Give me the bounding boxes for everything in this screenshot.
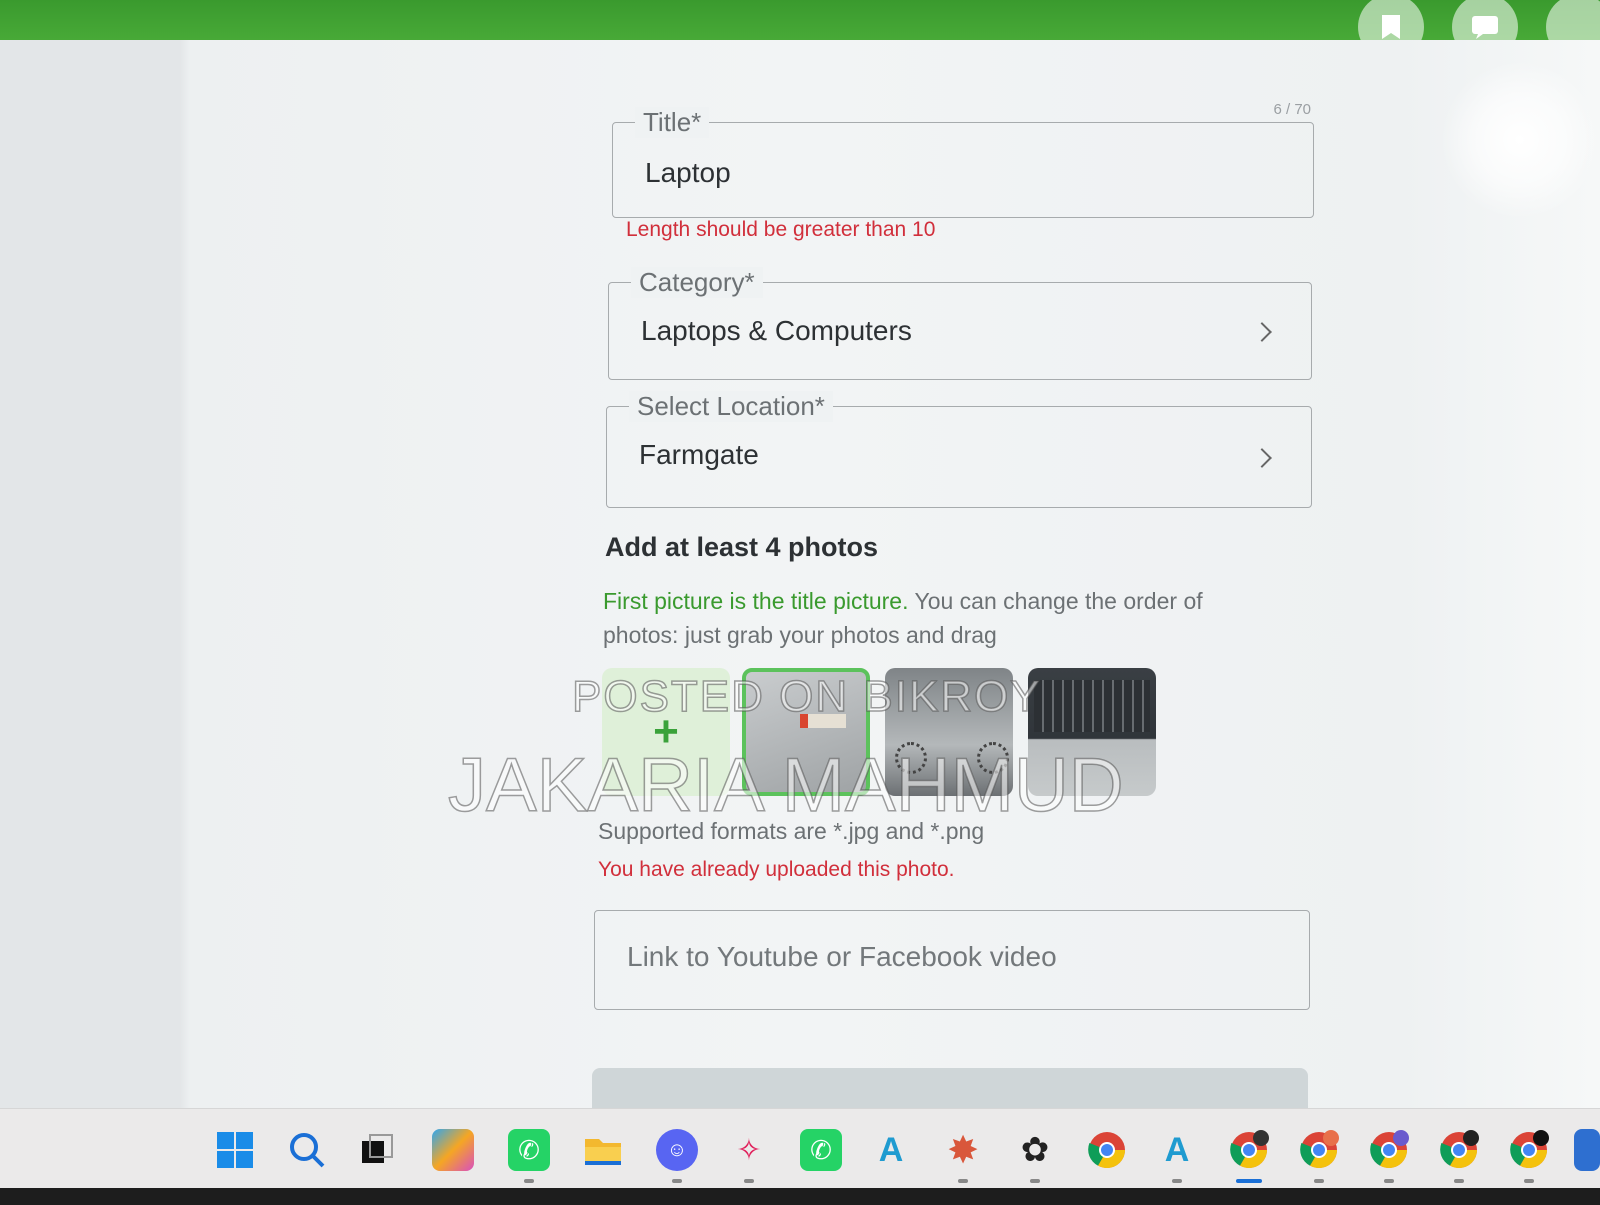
app-icon-2[interactable]: A bbox=[1156, 1129, 1198, 1171]
category-select[interactable]: Category* Laptops & Computers bbox=[608, 267, 1312, 380]
title-char-counter: 6 / 70 bbox=[1273, 101, 1311, 118]
title-field[interactable]: Title* 6 / 70 Laptop bbox=[612, 101, 1314, 218]
photo-thumbnail-3[interactable] bbox=[1028, 668, 1156, 796]
windows-start-icon[interactable] bbox=[214, 1129, 256, 1171]
category-label: Category* bbox=[631, 267, 763, 298]
chrome-profile-icon-1[interactable] bbox=[1228, 1129, 1270, 1171]
copilot-icon[interactable] bbox=[432, 1129, 474, 1171]
running-indicator bbox=[1314, 1179, 1324, 1183]
photos-help-highlight: First picture is the title picture. bbox=[603, 588, 909, 614]
plus-icon: + bbox=[653, 707, 679, 756]
vent-graphic bbox=[895, 742, 927, 774]
discord-icon[interactable]: ☺ bbox=[656, 1129, 698, 1171]
location-label: Select Location* bbox=[629, 391, 833, 422]
running-indicator bbox=[1454, 1179, 1464, 1183]
title-input-value[interactable]: Laptop bbox=[645, 157, 731, 189]
add-photo-button[interactable]: + bbox=[602, 668, 730, 796]
monitor-bezel bbox=[0, 1188, 1600, 1205]
category-value: Laptops & Computers bbox=[641, 315, 912, 346]
active-indicator bbox=[1236, 1179, 1262, 1183]
running-indicator bbox=[1030, 1179, 1040, 1183]
vent-graphic bbox=[977, 742, 1009, 774]
running-indicator bbox=[958, 1179, 968, 1183]
photos-heading: Add at least 4 photos bbox=[605, 532, 879, 562]
whatsapp-business-icon[interactable]: ✆ bbox=[800, 1129, 842, 1171]
chrome-profile-icon-3[interactable] bbox=[1368, 1129, 1410, 1171]
laptop-sticker bbox=[800, 714, 846, 728]
slack-icon[interactable]: ✧ bbox=[728, 1129, 770, 1171]
task-view-icon[interactable] bbox=[356, 1129, 398, 1171]
video-link-placeholder: Link to Youtube or Facebook video bbox=[627, 941, 1057, 972]
chatgpt-icon[interactable]: ✿ bbox=[1014, 1129, 1056, 1171]
photos-help-text: First picture is the title picture. You … bbox=[603, 584, 1283, 652]
location-select[interactable]: Select Location* Farmgate bbox=[606, 391, 1312, 508]
photo-thumbnail-1[interactable] bbox=[742, 668, 870, 796]
file-explorer-icon[interactable] bbox=[582, 1129, 624, 1171]
title-error-message: Length should be greater than 10 bbox=[626, 218, 936, 241]
chevron-right-icon bbox=[1252, 448, 1272, 468]
chevron-right-icon bbox=[1252, 322, 1272, 342]
running-indicator bbox=[1172, 1179, 1182, 1183]
running-indicator bbox=[1384, 1179, 1394, 1183]
claude-icon[interactable]: ✸ bbox=[942, 1129, 984, 1172]
chrome-profile-icon-4[interactable] bbox=[1438, 1129, 1480, 1171]
chrome-icon[interactable] bbox=[1086, 1129, 1128, 1171]
keyboard-graphic bbox=[1034, 680, 1150, 732]
whatsapp-icon[interactable]: ✆ bbox=[508, 1129, 550, 1171]
video-link-field[interactable]: Link to Youtube or Facebook video bbox=[594, 910, 1310, 1010]
screen-glare bbox=[1440, 60, 1600, 220]
running-indicator bbox=[524, 1179, 534, 1183]
search-icon[interactable] bbox=[286, 1129, 328, 1171]
running-indicator bbox=[672, 1179, 682, 1183]
supported-formats-text: Supported formats are *.jpg and *.png bbox=[598, 818, 985, 844]
running-indicator bbox=[744, 1179, 754, 1183]
app-icon-3[interactable] bbox=[1574, 1129, 1600, 1171]
running-indicator bbox=[1524, 1179, 1534, 1183]
photo-thumbnail-2[interactable] bbox=[885, 668, 1013, 796]
photo-upload-error: You have already uploaded this photo. bbox=[598, 858, 955, 881]
chrome-profile-icon-2[interactable] bbox=[1298, 1129, 1340, 1171]
location-value: Farmgate bbox=[639, 439, 759, 470]
title-label: Title* bbox=[635, 107, 710, 138]
app-icon[interactable]: A bbox=[870, 1129, 912, 1171]
windows-taskbar: ✆ ☺ ✧ ✆ A ✸ ✿ A bbox=[0, 1108, 1600, 1189]
chrome-profile-icon-5[interactable] bbox=[1508, 1129, 1550, 1171]
